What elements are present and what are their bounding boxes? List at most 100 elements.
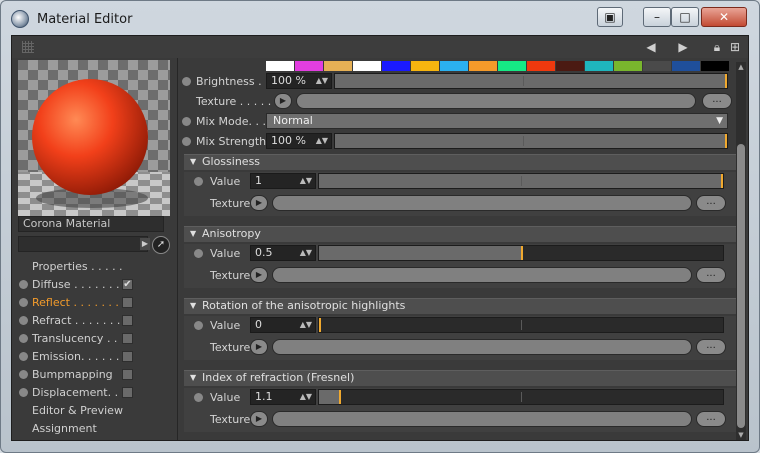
color-swatch[interactable] <box>498 61 526 71</box>
texture-more-button[interactable]: ... <box>702 93 732 109</box>
value-slider[interactable] <box>318 173 724 189</box>
texture-more-button[interactable]: ... <box>696 411 726 427</box>
group-header[interactable]: ▼ Rotation of the anisotropic highlights <box>184 298 738 314</box>
channel-item[interactable]: Displacement. . . <box>12 384 176 402</box>
texture-slot[interactable] <box>272 411 692 427</box>
color-swatch[interactable] <box>324 61 352 71</box>
channel-checkbox[interactable] <box>122 315 133 326</box>
color-swatch[interactable] <box>440 61 468 71</box>
collapse-triangle-icon[interactable]: ▼ <box>190 227 196 241</box>
texture-arrow-button[interactable]: ▶ <box>250 411 268 427</box>
texture-arrow-button[interactable]: ▶ <box>250 267 268 283</box>
minimize-button[interactable]: – <box>643 7 671 27</box>
new-window-icon[interactable]: ⊞ <box>728 40 742 54</box>
material-preview[interactable] <box>18 60 170 216</box>
animation-dot-icon[interactable] <box>19 316 28 325</box>
channel-checkbox[interactable] <box>122 297 133 308</box>
arrow-back-icon[interactable]: ◀ <box>644 40 658 54</box>
animation-dot-icon[interactable] <box>19 370 28 379</box>
channel-item[interactable]: Bumpmapping <box>12 366 176 384</box>
drag-grip-icon[interactable] <box>22 41 34 53</box>
channel-item[interactable]: Translucency . . . <box>12 330 176 348</box>
animation-dot-icon[interactable] <box>19 280 28 289</box>
mix-mode-select[interactable]: Normal ▼ <box>266 113 728 129</box>
spinner-icon[interactable]: ▲▼ <box>316 74 328 88</box>
animation-dot-icon[interactable] <box>19 388 28 397</box>
mix-strength-input[interactable]: 100 % ▲▼ <box>266 133 332 149</box>
channel-item[interactable]: Refract . . . . . . . . <box>12 312 176 330</box>
spinner-icon[interactable]: ▲▼ <box>300 174 312 188</box>
channel-item[interactable]: Properties . . . . . <box>12 258 176 276</box>
texture-arrow-button[interactable]: ▶ <box>274 93 292 109</box>
value-input[interactable]: 0.5 ▲▼ <box>250 245 316 261</box>
color-swatch[interactable] <box>701 61 729 71</box>
channel-item[interactable]: Emission. . . . . . . <box>12 348 176 366</box>
value-input[interactable]: 1 ▲▼ <box>250 173 316 189</box>
spinner-icon[interactable]: ▲▼ <box>300 246 312 260</box>
animation-dot-icon[interactable] <box>194 249 203 258</box>
animation-dot-icon[interactable] <box>19 352 28 361</box>
animation-dot-icon[interactable] <box>19 298 28 307</box>
scroll-down-icon[interactable]: ▼ <box>736 430 746 440</box>
animation-dot-icon[interactable] <box>182 117 191 126</box>
spinner-icon[interactable]: ▲▼ <box>300 390 312 404</box>
animation-dot-icon[interactable] <box>194 321 203 330</box>
value-slider[interactable] <box>318 317 724 333</box>
texture-arrow-button[interactable]: ▶ <box>250 339 268 355</box>
material-name-field[interactable]: Corona Material <box>18 216 164 232</box>
group-header[interactable]: ▼ Anisotropy <box>184 226 738 242</box>
texture-more-button[interactable]: ... <box>696 267 726 283</box>
vertical-scrollbar[interactable]: ▲ ▼ <box>736 62 746 440</box>
color-swatch[interactable] <box>266 61 294 71</box>
close-button[interactable]: ✕ <box>701 7 747 27</box>
color-swatch[interactable] <box>382 61 410 71</box>
chevron-right-icon[interactable]: ▶ <box>140 238 150 250</box>
color-swatch[interactable] <box>585 61 613 71</box>
value-input[interactable]: 1.1 ▲▼ <box>250 389 316 405</box>
group-header[interactable]: ▼ Glossiness <box>184 154 738 170</box>
collapse-triangle-icon[interactable]: ▼ <box>190 155 196 169</box>
spinner-icon[interactable]: ▲▼ <box>316 134 328 148</box>
channel-checkbox[interactable] <box>122 351 133 362</box>
value-input[interactable]: 0 ▲▼ <box>250 317 316 333</box>
value-slider[interactable] <box>318 389 724 405</box>
maximize-button[interactable]: □ <box>671 7 699 27</box>
scroll-up-icon[interactable]: ▲ <box>736 62 746 72</box>
color-swatch[interactable] <box>556 61 584 71</box>
collapse-triangle-icon[interactable]: ▼ <box>190 299 196 313</box>
color-swatch[interactable] <box>527 61 555 71</box>
texture-slot[interactable] <box>296 93 696 109</box>
color-swatch[interactable] <box>353 61 381 71</box>
animation-dot-icon[interactable] <box>182 77 191 86</box>
texture-slot[interactable] <box>272 267 692 283</box>
texture-slot[interactable] <box>272 339 692 355</box>
color-swatch[interactable] <box>411 61 439 71</box>
mix-strength-slider[interactable] <box>334 133 728 149</box>
channel-item[interactable]: Reflect . . . . . . . . <box>12 294 176 312</box>
title-bar[interactable]: Material Editor ▣ – □ ✕ <box>1 1 759 35</box>
texture-more-button[interactable]: ... <box>696 195 726 211</box>
material-selector[interactable] <box>18 236 148 252</box>
pick-material-icon[interactable]: ➚ <box>152 236 170 254</box>
color-swatch[interactable] <box>469 61 497 71</box>
color-swatch[interactable] <box>672 61 700 71</box>
color-swatch[interactable] <box>295 61 323 71</box>
texture-more-button[interactable]: ... <box>696 339 726 355</box>
animation-dot-icon[interactable] <box>182 137 191 146</box>
channel-checkbox[interactable] <box>122 369 133 380</box>
animation-dot-icon[interactable] <box>194 177 203 186</box>
channel-item[interactable]: Editor & Preview <box>12 402 176 420</box>
channel-item[interactable]: Diffuse . . . . . . . ✔ <box>12 276 176 294</box>
scrollbar-thumb[interactable] <box>737 144 745 428</box>
lock-icon[interactable]: 🔒︎ <box>710 40 724 54</box>
channel-checkbox[interactable]: ✔ <box>122 279 133 290</box>
channel-checkbox[interactable] <box>122 387 133 398</box>
animation-dot-icon[interactable] <box>19 334 28 343</box>
brightness-input[interactable]: 100 % ▲▼ <box>266 73 332 89</box>
color-swatch[interactable] <box>614 61 642 71</box>
group-header[interactable]: ▼ Index of refraction (Fresnel) <box>184 370 738 386</box>
brightness-slider[interactable] <box>334 73 728 89</box>
animation-dot-icon[interactable] <box>194 393 203 402</box>
channel-checkbox[interactable] <box>122 333 133 344</box>
spinner-icon[interactable]: ▲▼ <box>300 318 312 332</box>
